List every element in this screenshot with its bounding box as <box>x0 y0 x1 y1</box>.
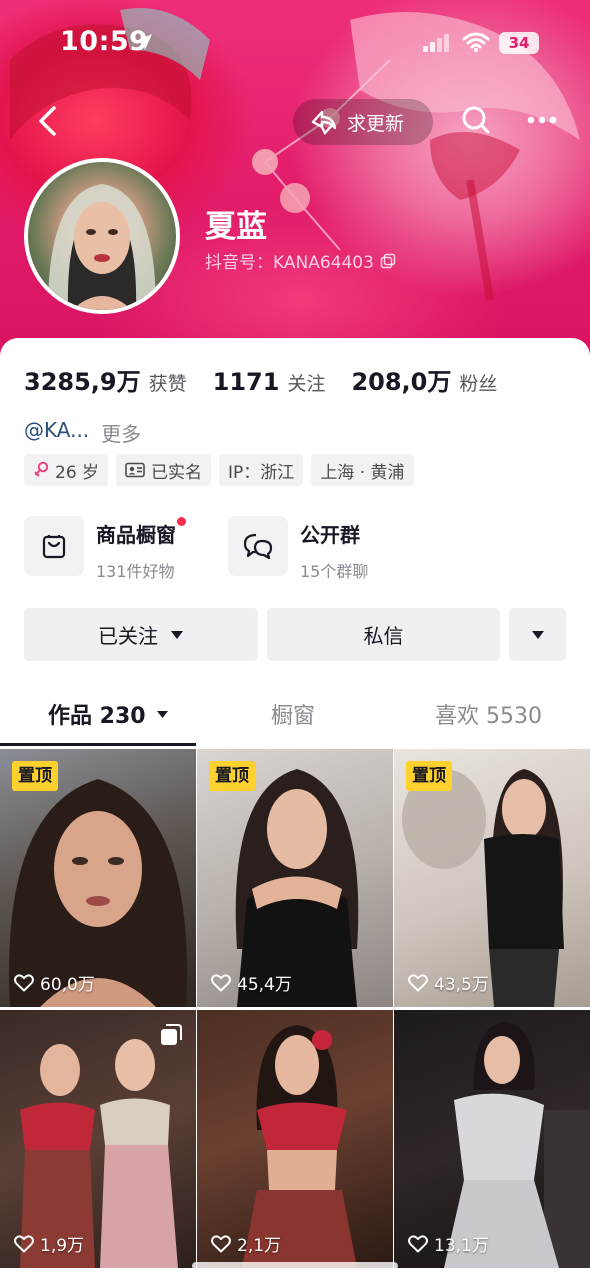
group-icon-box <box>228 516 288 576</box>
profile-avatar[interactable] <box>24 158 180 314</box>
cellular-signal-icon <box>423 34 449 52</box>
public-group-subtitle: 15个群聊 <box>300 562 369 581</box>
copy-icon[interactable] <box>380 253 396 269</box>
tag-text: 已实名 <box>151 462 203 483</box>
bio-row: @KA... 更多 <box>24 418 141 447</box>
video-tile[interactable]: 置顶 43,5万 <box>394 749 590 1007</box>
battery-level: 34 <box>508 34 530 52</box>
video-tile[interactable]: 13,1万 <box>394 1010 590 1268</box>
female-icon <box>34 461 49 477</box>
douyin-id-row[interactable]: 抖音号：KANA64403 <box>205 248 396 273</box>
tag-city: 上海 · 黄浦 <box>311 454 414 486</box>
battery-indicator: 34 <box>499 32 539 54</box>
stat-label: 获赞 <box>148 373 187 395</box>
like-count: 13,1万 <box>408 1231 489 1256</box>
request-update-button[interactable]: 求更新 <box>293 99 433 145</box>
caret-down-icon <box>156 710 168 718</box>
shop-icon-box <box>24 516 84 576</box>
stat-likes[interactable]: 3285,9万 获赞 <box>24 362 187 397</box>
stat-following[interactable]: 1171 关注 <box>213 368 326 396</box>
stat-value: 1171 <box>212 368 280 396</box>
followed-label: 已关注 <box>98 624 158 648</box>
shop-window-title: 商品橱窗 <box>96 517 186 548</box>
public-group-title: 公开群 <box>300 523 360 547</box>
profile-display-name: 夏蓝 <box>205 209 267 245</box>
wifi-icon <box>462 32 490 52</box>
shop-window-entry[interactable]: 商品橱窗 131件好物 <box>24 516 186 582</box>
like-count: 1,9万 <box>14 1231 84 1256</box>
heart-outline-icon <box>408 1234 428 1252</box>
shopping-bag-icon <box>42 535 66 559</box>
stat-followers[interactable]: 208,0万 粉丝 <box>351 362 497 397</box>
profile-tags: 26 岁 已实名 IP：浙江 上海 · 黄浦 <box>24 454 414 486</box>
notification-dot <box>177 517 186 526</box>
video-tile[interactable]: 置顶 60,0万 <box>0 749 196 1007</box>
home-indicator <box>192 1262 398 1270</box>
video-thumbnail <box>20 1039 178 1268</box>
tab-works[interactable]: 作品 230 <box>48 698 169 730</box>
like-count: 43,5万 <box>408 970 489 995</box>
video-tile[interactable]: 1,9万 <box>0 1010 196 1268</box>
public-group-entry[interactable]: 公开群 15个群聊 <box>228 516 368 582</box>
bio-handle-link[interactable]: @KA... <box>24 418 89 447</box>
recommend-toggle-button[interactable] <box>509 608 566 661</box>
stat-label: 关注 <box>287 373 326 395</box>
stat-value: 208,0万 <box>351 368 452 396</box>
video-tile[interactable]: 2,1万 <box>197 1010 393 1268</box>
bio-more-link[interactable]: 更多 <box>101 418 141 447</box>
search-icon[interactable] <box>456 100 496 140</box>
more-options-icon[interactable] <box>522 100 562 140</box>
tab-label: 橱窗 <box>271 704 316 729</box>
profile-stats: 3285,9万 获赞 1171 关注 208,0万 粉丝 <box>24 362 523 397</box>
chat-bubbles-icon <box>243 533 273 560</box>
multi-image-icon <box>161 1024 182 1045</box>
back-button[interactable] <box>30 103 66 139</box>
like-count: 60,0万 <box>14 970 95 995</box>
message-button[interactable]: 私信 <box>267 608 500 661</box>
tab-label: 作品 230 <box>48 704 146 729</box>
tag-text: 26 岁 <box>55 462 100 483</box>
message-label: 私信 <box>363 624 404 648</box>
content-tabs: 作品 230 橱窗 喜欢 5530 <box>0 698 590 746</box>
request-update-icon <box>311 110 337 136</box>
like-count: 2,1万 <box>211 1231 281 1256</box>
tag-verified[interactable]: 已实名 <box>116 454 212 486</box>
tag-age: 26 岁 <box>24 454 109 486</box>
active-tab-indicator <box>0 743 196 746</box>
location-arrow-icon <box>136 34 152 50</box>
tag-ip-location: IP：浙江 <box>219 454 304 486</box>
video-tile[interactable]: 置顶 45,4万 <box>197 749 393 1007</box>
heart-outline-icon <box>211 1234 231 1252</box>
status-bar: 10:59 34 <box>0 0 590 90</box>
caret-down-icon <box>531 630 544 639</box>
heart-outline-icon <box>14 1234 34 1252</box>
pinned-badge: 置顶 <box>209 761 255 791</box>
stat-label: 粉丝 <box>459 373 498 395</box>
tab-likes[interactable]: 喜欢 5530 <box>435 698 542 730</box>
caret-down-icon <box>171 630 183 639</box>
tab-label: 喜欢 5530 <box>435 704 542 729</box>
like-count: 45,4万 <box>211 970 292 995</box>
followed-button[interactable]: 已关注 <box>24 608 258 661</box>
tag-text: IP：浙江 <box>228 462 295 483</box>
stat-value: 3285,9万 <box>24 368 141 396</box>
tab-shop-window[interactable]: 橱窗 <box>271 698 315 730</box>
shop-window-subtitle: 131件好物 <box>96 562 175 581</box>
pinned-badge: 置顶 <box>12 761 58 791</box>
pinned-badge: 置顶 <box>406 761 452 791</box>
heart-outline-icon <box>408 973 428 991</box>
video-thumbnail <box>444 1022 590 1268</box>
tag-text: 上海 · 黄浦 <box>320 462 405 483</box>
id-card-icon <box>125 462 145 478</box>
heart-outline-icon <box>14 973 34 991</box>
request-update-label: 求更新 <box>347 112 405 135</box>
video-thumbnail <box>242 1025 357 1268</box>
heart-outline-icon <box>211 973 231 991</box>
douyin-id-text: 抖音号：KANA64403 <box>205 253 374 273</box>
avatar-portrait <box>48 184 156 310</box>
